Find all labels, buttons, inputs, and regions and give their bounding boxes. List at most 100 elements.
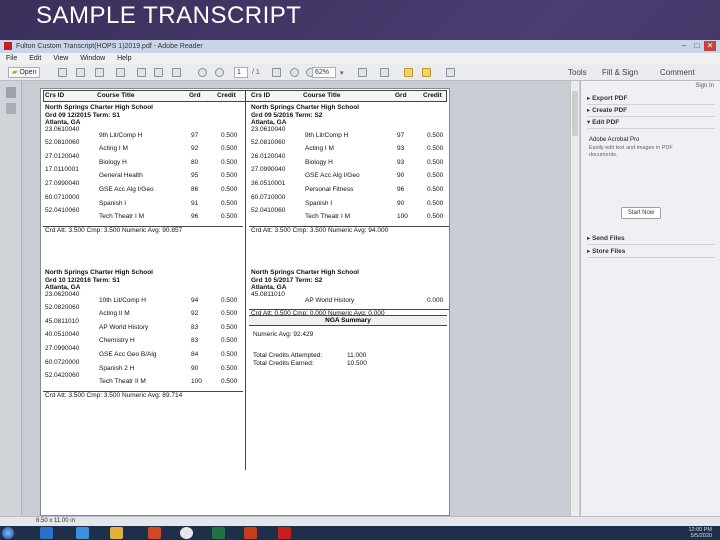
media-player-icon[interactable] [148, 527, 161, 539]
attachment-icon[interactable] [6, 103, 16, 114]
fit-width-icon[interactable] [380, 68, 389, 77]
course-title: Tech Theatr I M [99, 213, 145, 221]
slide-title: SAMPLE TRANSCRIPT [36, 2, 302, 29]
chrome-icon[interactable] [180, 527, 193, 539]
course-credit: 0.500 [221, 172, 238, 180]
comment-icon[interactable] [404, 68, 413, 77]
next-page-icon[interactable] [215, 68, 224, 77]
create-icon[interactable] [58, 68, 67, 77]
outlook-icon[interactable] [40, 527, 53, 539]
save-icon[interactable] [137, 68, 146, 77]
send-files-section[interactable]: Send Files [587, 233, 715, 245]
course-id: 23.0610040 [251, 125, 286, 133]
term-summary: Crd Att: 3.500 Cmp: 3.500 Numeric Avg: 9… [251, 226, 389, 234]
total-credits-attempted-label: Total Credits Attempted: [253, 352, 323, 359]
read-mode-icon[interactable] [446, 68, 455, 77]
course-title: Acting I M [305, 145, 334, 153]
course-title: Acting II M [99, 310, 130, 318]
course-credit: 0.500 [221, 378, 238, 386]
left-navigation-pane [0, 81, 22, 516]
course-grade: 94 [191, 296, 199, 304]
course-credit: 0.500 [221, 337, 238, 345]
edit-icon[interactable] [76, 68, 85, 77]
maximize-button[interactable]: □ [691, 41, 703, 51]
comment-link[interactable]: Comment [660, 68, 695, 77]
fill-sign-link[interactable]: Fill & Sign [602, 68, 638, 77]
nga-numeric-average: Numeric Avg: 92.429 [253, 331, 314, 338]
menu-help[interactable]: Help [117, 55, 131, 62]
course-title: 9th Lit/Comp H [99, 131, 143, 139]
course-grade: 91 [191, 199, 199, 207]
start-button[interactable] [2, 527, 14, 539]
course-credit: 0.500 [427, 185, 444, 193]
course-credit: 0.500 [427, 213, 444, 221]
acrobat-icon[interactable] [278, 527, 291, 539]
menu-window[interactable]: Window [80, 55, 105, 62]
menu-file[interactable]: File [6, 55, 17, 62]
transcript-page: Crs ID Course Title Grd Credit Crs ID Course … [40, 88, 450, 516]
course-credit: 0.500 [221, 213, 238, 221]
chevron-down-icon[interactable]: ▾ [340, 69, 344, 77]
total-credits-earned-label: Total Credits Earned: [253, 360, 314, 367]
minimize-button[interactable]: – [678, 41, 690, 51]
course-credit: 0.500 [221, 158, 238, 166]
menu-edit[interactable]: Edit [29, 55, 41, 62]
share-icon[interactable] [154, 68, 163, 77]
print-icon[interactable] [95, 68, 104, 77]
pages-icon[interactable] [6, 87, 16, 98]
vertical-scrollbar[interactable] [570, 81, 579, 516]
internet-explorer-icon[interactable] [76, 527, 89, 539]
course-title: Personal Fitness [305, 185, 354, 193]
select-tool-icon[interactable] [272, 68, 281, 77]
term-summary: Crd Att: 3.500 Cmp: 3.500 Numeric Avg: 9… [45, 226, 183, 234]
course-title: AP World History [99, 323, 149, 331]
column-header-grd: Grd [189, 92, 201, 99]
course-grade: 83 [191, 323, 199, 331]
course-id: 27.0990040 [45, 179, 80, 187]
reader-window: Fulton Custom Transcript(HOPS 1)2019.pdf… [0, 40, 720, 540]
course-grade: 83 [191, 337, 199, 345]
course-grade: 86 [191, 185, 199, 193]
course-id: 52.0420060 [45, 372, 80, 380]
edit-pdf-section[interactable]: Edit PDF [587, 117, 715, 129]
course-title: Spanish I [99, 199, 127, 207]
close-button[interactable]: ✕ [704, 41, 716, 51]
powerpoint-icon[interactable] [244, 527, 257, 539]
sign-in-link[interactable]: Sign In [695, 83, 714, 89]
course-id: 52.0410060 [251, 207, 286, 215]
email-icon[interactable] [172, 68, 181, 77]
term-summary: Crd Att: 3.500 Cmp: 3.500 Numeric Avg: 8… [45, 391, 183, 399]
store-files-section[interactable]: Store Files [587, 246, 715, 258]
course-credit: 0.500 [427, 199, 444, 207]
course-grade: 90 [191, 364, 199, 372]
tools-pane: Sign In Export PDF Create PDF Edit PDF A… [580, 81, 720, 516]
fit-page-icon[interactable] [358, 68, 367, 77]
settings-icon[interactable] [116, 68, 125, 77]
file-explorer-icon[interactable] [110, 527, 123, 539]
export-pdf-section[interactable]: Export PDF [587, 93, 715, 105]
course-id: 23.0610040 [45, 125, 80, 133]
course-title: General Health [99, 172, 143, 180]
course-title: Tech Theatr II M [99, 378, 146, 386]
zoom-input[interactable]: 62% [312, 67, 336, 78]
highlight-icon[interactable] [422, 68, 431, 77]
course-id: 60.0720000 [45, 358, 80, 366]
menu-view[interactable]: View [53, 55, 68, 62]
create-pdf-section[interactable]: Create PDF [587, 105, 715, 117]
course-id: 23.0620040 [45, 290, 80, 298]
scrollbar-thumb[interactable] [572, 91, 578, 136]
course-id: 45.0811010 [45, 317, 79, 325]
course-grade: 80 [191, 158, 199, 166]
excel-icon[interactable] [212, 527, 225, 539]
tools-link[interactable]: Tools [568, 68, 587, 77]
course-credit: 0.500 [427, 172, 444, 180]
edit-pdf-description: Easily edit text and images in PDF docum… [589, 145, 673, 158]
zoom-out-icon[interactable] [290, 68, 299, 77]
open-button[interactable]: ▰ Open [8, 67, 41, 78]
course-credit: 0.500 [221, 185, 238, 193]
page-number-input[interactable]: 1 [234, 67, 248, 78]
prev-page-icon[interactable] [198, 68, 207, 77]
start-now-button[interactable]: Start Now [621, 207, 661, 219]
course-grade: 96 [397, 185, 405, 193]
course-title: Biology H [305, 158, 333, 166]
